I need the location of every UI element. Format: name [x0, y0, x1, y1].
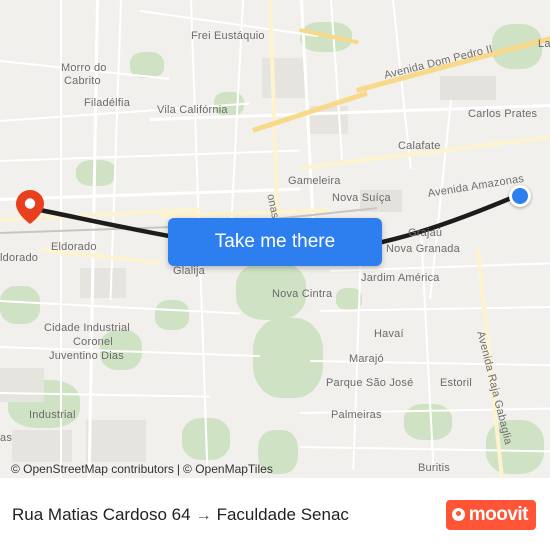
place-label: Nova Granada: [386, 243, 460, 255]
trip-footer: Rua Matias Cardoso 64 → Faculdade Senac mo…: [0, 478, 550, 550]
place-label: Nova Suíça: [332, 192, 391, 204]
road-label: La: [538, 38, 550, 50]
tiles-attribution-link[interactable]: © OpenMapTiles: [183, 462, 273, 476]
take-me-there-button[interactable]: Take me there: [168, 218, 382, 266]
osm-attribution-link[interactable]: © OpenStreetMap contributors: [11, 462, 174, 476]
place-label: Gameleira: [288, 175, 341, 187]
place-label: Parque São José: [326, 377, 414, 389]
place-label: Glalija: [173, 265, 205, 277]
destination-marker[interactable]: [509, 185, 531, 207]
origin-marker[interactable]: [16, 190, 44, 224]
place-label: Frei Eustáquio: [191, 30, 265, 42]
place-label: Coronel: [73, 336, 113, 348]
map-attribution: © OpenStreetMap contributors | © OpenMapTi…: [0, 462, 550, 476]
place-label: as: [0, 432, 13, 444]
moovit-dot-icon: [451, 508, 465, 521]
place-label: Morro do: [61, 62, 107, 74]
place-label: Vila Califórnia: [157, 104, 228, 116]
place-label: Marajó: [349, 353, 384, 365]
moovit-wordmark: moovit: [468, 503, 529, 525]
trip-destination-label: Faculdade Senac: [216, 504, 349, 524]
place-label: Grajaú: [408, 227, 443, 239]
place-label: Carlos Prates: [468, 108, 538, 120]
place-label: Nova Cintra: [272, 288, 333, 300]
place-label: Havaí: [374, 328, 404, 340]
moovit-trip-screen: Frei Eustáquio Morro do Cabrito Filadélf…: [0, 0, 550, 550]
place-label: Filadélfia: [84, 97, 131, 109]
place-label: Eldorado: [51, 241, 97, 253]
place-label: Jardim América: [361, 272, 440, 284]
map-canvas[interactable]: Frei Eustáquio Morro do Cabrito Filadélf…: [0, 0, 550, 478]
place-label: Cabrito: [64, 75, 101, 87]
take-me-there-label: Take me there: [214, 231, 336, 252]
place-label: Juventino Dias: [49, 350, 124, 362]
place-label: Cidade Industrial: [44, 322, 130, 334]
moovit-logo: moovit: [445, 499, 536, 530]
place-label: Palmeiras: [331, 409, 382, 421]
place-label: Calafate: [398, 140, 441, 152]
trip-arrow-icon: →: [195, 506, 212, 524]
place-label: Estoril: [440, 377, 472, 389]
place-label: ldorado: [0, 252, 39, 264]
trip-origin-label: Rua Matias Cardoso 64: [12, 504, 191, 524]
place-label: Industrial: [29, 409, 76, 421]
trip-summary: Rua Matias Cardoso 64 → Faculdade Senac: [0, 505, 349, 525]
attribution-separator: |: [176, 462, 181, 476]
